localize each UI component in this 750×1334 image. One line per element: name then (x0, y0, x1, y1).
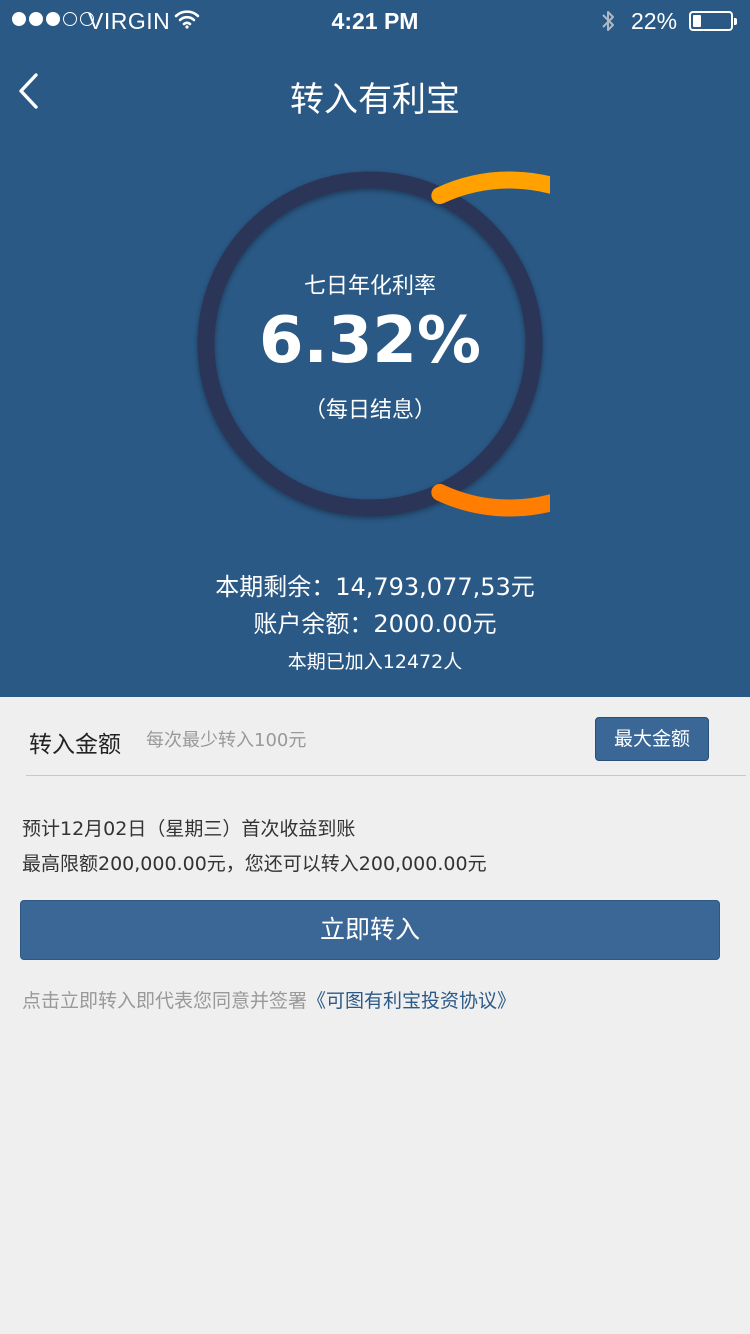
rate-label: 七日年化利率 (303, 274, 436, 299)
account-balance: 账户余额：2000.00元 (253, 610, 497, 638)
limit-note: 最高限额200,000.00元，您还可以转入200,000.00元 (22, 853, 487, 875)
agreement-text: 点击立即转入即代表您同意并签署《可图有利宝投资协议》 (22, 986, 516, 1013)
battery-icon (689, 11, 737, 31)
nav-bar: 转入有利宝 (0, 60, 750, 124)
status-bar: VIRGIN 4:21 PM 22% (0, 0, 750, 42)
first-income-note: 预计12月02日（星期三）首次收益到账 (22, 818, 356, 840)
battery-percent: 22% (631, 8, 678, 34)
agreement-link[interactable]: 《可图有利宝投资协议》 (307, 990, 516, 1012)
amount-row: 转入金额 最大金额 (26, 697, 746, 776)
amount-label: 转入金额 (29, 732, 121, 758)
amount-input[interactable] (146, 723, 566, 757)
remaining-amount: 本期剩余：14,793,077,53元 (215, 573, 535, 601)
bluetooth-icon (602, 11, 614, 31)
transfer-now-button[interactable]: 立即转入 (20, 900, 720, 960)
agreement-prefix: 点击立即转入即代表您同意并签署 (22, 990, 308, 1012)
joined-count: 本期已加入12472人 (287, 651, 463, 673)
rate-note: （每日结息） (303, 398, 436, 423)
page-title: 转入有利宝 (290, 80, 460, 120)
max-amount-button[interactable]: 最大金额 (595, 717, 709, 761)
header-panel: VIRGIN 4:21 PM 22% 转入有利宝 七日年化利率 6.32% （每… (0, 0, 750, 697)
rate-value: 6.32% (258, 304, 482, 378)
